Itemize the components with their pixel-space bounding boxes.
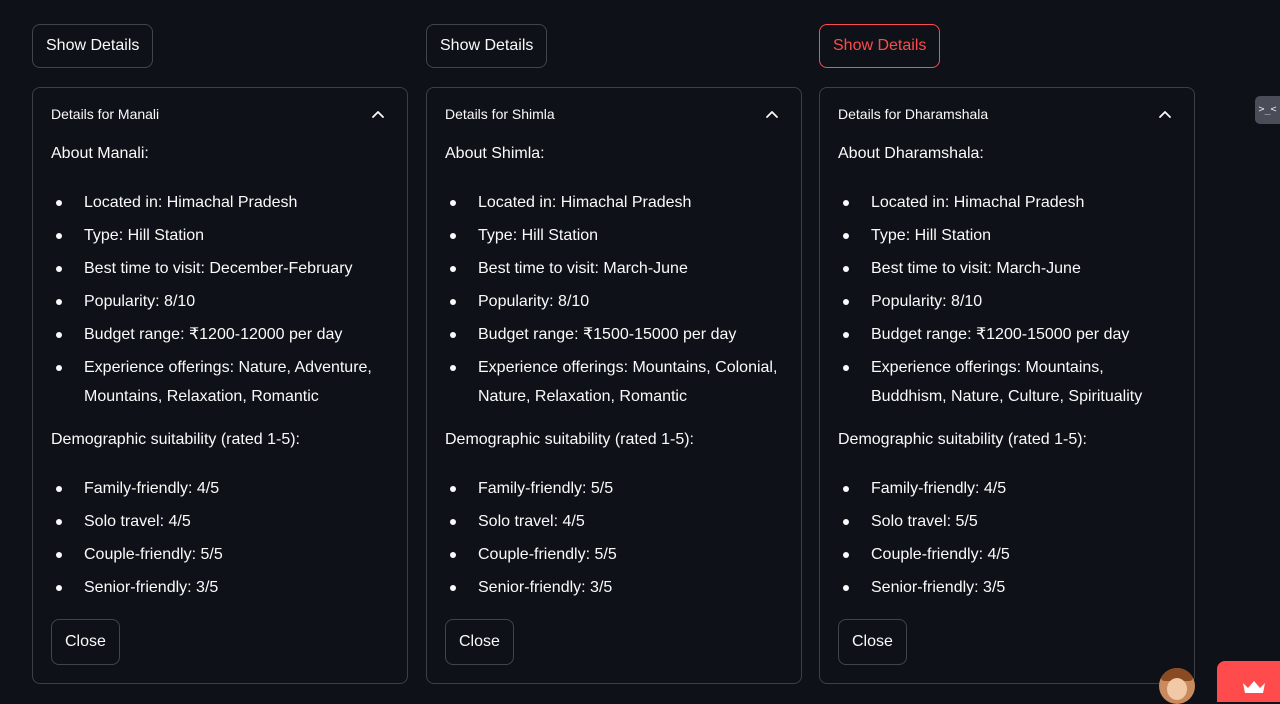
show-details-button-manali[interactable]: Show Details xyxy=(32,24,154,68)
about-heading: About Shimla: xyxy=(445,145,545,162)
close-button-dharamshala[interactable]: Close xyxy=(838,619,907,665)
about-heading: About Dharamshala: xyxy=(838,145,984,162)
details-expander-shimla: Details for Shimla About Shimla: Located… xyxy=(426,87,802,684)
info-type: Type: Hill Station xyxy=(51,221,396,250)
info-location: Located in: Himachal Pradesh xyxy=(51,188,396,217)
info-location: Located in: Himachal Pradesh xyxy=(445,188,790,217)
demographic-heading: Demographic suitability (rated 1-5): xyxy=(445,431,694,448)
about-heading: About Manali: xyxy=(51,145,149,162)
demographic-couple: Couple-friendly: 5/5 xyxy=(445,540,790,569)
demographic-solo: Solo travel: 4/5 xyxy=(445,507,790,536)
demographic-list: Family-friendly: 4/5 Solo travel: 4/5 Co… xyxy=(51,474,396,606)
info-budget: Budget range: ₹1500-15000 per day xyxy=(445,320,790,349)
details-expander-dharamshala: Details for Dharamshala About Dharamshal… xyxy=(819,87,1195,684)
avatar-face xyxy=(1167,678,1187,700)
demographic-solo: Solo travel: 4/5 xyxy=(51,507,396,536)
expander-header[interactable]: Details for Dharamshala xyxy=(820,88,1194,142)
chevron-up-icon[interactable] xyxy=(371,107,385,121)
info-budget: Budget range: ₹1200-15000 per day xyxy=(838,320,1183,349)
chevron-up-icon[interactable] xyxy=(765,107,779,121)
demographic-family: Family-friendly: 4/5 xyxy=(51,474,396,503)
user-avatar[interactable] xyxy=(1159,668,1195,704)
info-list: Located in: Himachal Pradesh Type: Hill … xyxy=(51,188,396,415)
expander-header[interactable]: Details for Manali xyxy=(33,88,407,142)
demographic-senior: Senior-friendly: 3/5 xyxy=(51,573,396,602)
info-type: Type: Hill Station xyxy=(838,221,1183,250)
close-button-manali[interactable]: Close xyxy=(51,619,120,665)
info-best-time: Best time to visit: December-February xyxy=(51,254,396,283)
expander-title: Details for Dharamshala xyxy=(838,106,989,122)
info-type: Type: Hill Station xyxy=(445,221,790,250)
info-popularity: Popularity: 8/10 xyxy=(51,287,396,316)
info-location: Located in: Himachal Pradesh xyxy=(838,188,1183,217)
show-details-button-dharamshala[interactable]: Show Details xyxy=(819,24,941,68)
info-experiences: Experience offerings: Nature, Adventure,… xyxy=(51,353,396,411)
demographic-senior: Senior-friendly: 3/5 xyxy=(838,573,1183,602)
show-details-button-shimla[interactable]: Show Details xyxy=(426,24,548,68)
info-popularity: Popularity: 8/10 xyxy=(838,287,1183,316)
close-button-shimla[interactable]: Close xyxy=(445,619,514,665)
info-best-time: Best time to visit: March-June xyxy=(445,254,790,283)
info-list: Located in: Himachal Pradesh Type: Hill … xyxy=(445,188,790,415)
info-experiences: Experience offerings: Mountains, Colonia… xyxy=(445,353,790,411)
demographic-list: Family-friendly: 5/5 Solo travel: 4/5 Co… xyxy=(445,474,790,606)
info-best-time: Best time to visit: March-June xyxy=(838,254,1183,283)
demographic-list: Family-friendly: 4/5 Solo travel: 5/5 Co… xyxy=(838,474,1183,606)
demographic-couple: Couple-friendly: 5/5 xyxy=(51,540,396,569)
demographic-couple: Couple-friendly: 4/5 xyxy=(838,540,1183,569)
demographic-solo: Solo travel: 5/5 xyxy=(838,507,1183,536)
demographic-senior: Senior-friendly: 3/5 xyxy=(445,573,790,602)
chevron-up-icon[interactable] xyxy=(1158,107,1172,121)
expander-title: Details for Manali xyxy=(51,106,160,122)
info-popularity: Popularity: 8/10 xyxy=(445,287,790,316)
crown-icon xyxy=(1243,681,1265,693)
info-list: Located in: Himachal Pradesh Type: Hill … xyxy=(838,188,1183,415)
info-experiences: Experience offerings: Mountains, Buddhis… xyxy=(838,353,1183,411)
side-toolbar-tab[interactable]: >_< xyxy=(1255,96,1280,124)
info-budget: Budget range: ₹1200-12000 per day xyxy=(51,320,396,349)
demographic-family: Family-friendly: 5/5 xyxy=(445,474,790,503)
demographic-family: Family-friendly: 4/5 xyxy=(838,474,1183,503)
expander-title: Details for Shimla xyxy=(445,106,555,122)
deploy-button[interactable] xyxy=(1217,661,1280,702)
demographic-heading: Demographic suitability (rated 1-5): xyxy=(51,431,300,448)
demographic-heading: Demographic suitability (rated 1-5): xyxy=(838,431,1087,448)
details-expander-manali: Details for Manali About Manali: Located… xyxy=(32,87,408,684)
expander-header[interactable]: Details for Shimla xyxy=(427,88,801,142)
